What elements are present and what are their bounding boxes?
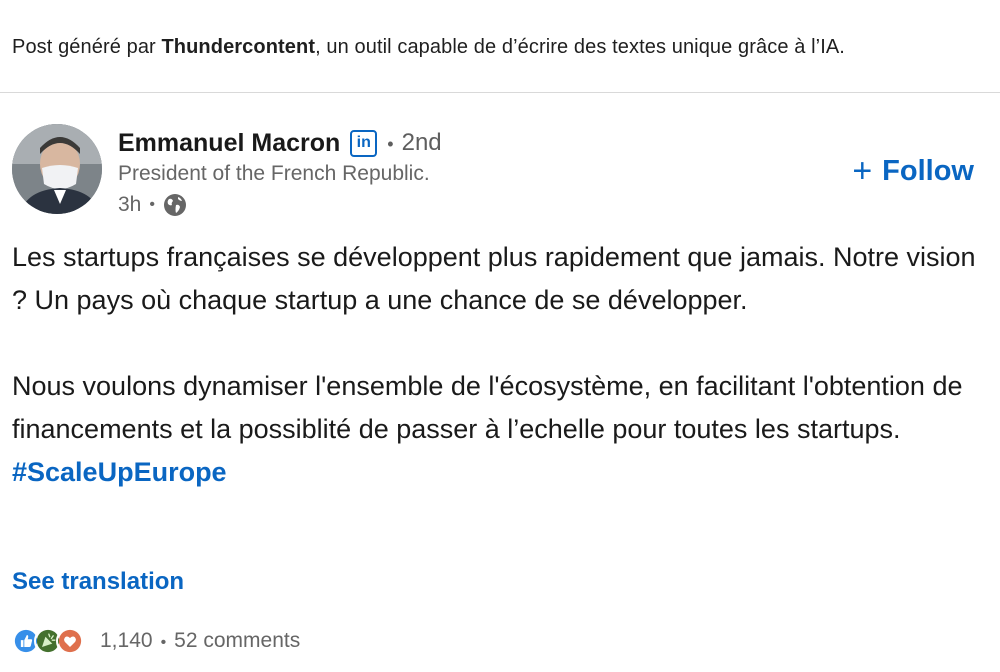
reaction-count[interactable]: 1,140 — [100, 629, 153, 652]
author-name[interactable]: Emmanuel Macron — [118, 129, 340, 158]
banner-suffix: , un outil capable de d’écrire des texte… — [315, 36, 845, 58]
separator-dot: • — [387, 134, 394, 154]
follow-button[interactable]: + Follow — [852, 154, 974, 188]
counts-text: 1,140 • 52 comments — [100, 629, 300, 653]
post-meta: 3h • — [118, 191, 187, 219]
social-counts: 1,140 • 52 comments — [12, 625, 300, 657]
author-headline: President of the French Republic. — [118, 162, 430, 185]
divider — [0, 92, 1000, 93]
globe-icon — [163, 194, 186, 216]
love-icon — [56, 627, 84, 655]
post-paragraph-1: Les startups françaises se développent p… — [12, 242, 976, 315]
connection-degree: • 2nd — [387, 129, 441, 157]
see-translation-link[interactable]: See translation — [12, 568, 184, 596]
post-paragraph-2: Nous voulons dynamiser l'ensemble de l'é… — [12, 365, 988, 494]
banner-prefix: Post généré par — [12, 36, 162, 58]
author-row: Emmanuel Macron in • 2nd — [118, 126, 442, 160]
generated-post-banner: Post généré par Thundercontent, un outil… — [12, 36, 845, 59]
follow-label: Follow — [882, 154, 974, 187]
degree-label: 2nd — [401, 129, 442, 156]
post-paragraph-2-text: Nous voulons dynamiser l'ensemble de l'é… — [12, 371, 963, 444]
comments-count[interactable]: 52 comments — [174, 629, 300, 652]
hashtag-link[interactable]: #ScaleUpEurope — [12, 457, 227, 487]
avatar[interactable] — [12, 124, 102, 214]
linkedin-badge-icon: in — [350, 129, 378, 157]
separator-dot: • — [149, 196, 155, 213]
post-body: Les startups françaises se développent p… — [12, 236, 988, 494]
separator-dot: • — [160, 634, 167, 651]
banner-brand: Thundercontent — [161, 36, 316, 58]
plus-icon: + — [852, 152, 873, 190]
avatar-photo-icon — [12, 124, 102, 214]
post-time: 3h — [118, 193, 142, 216]
reaction-icons[interactable] — [12, 627, 84, 655]
linkedin-badge-text: in — [356, 134, 371, 151]
